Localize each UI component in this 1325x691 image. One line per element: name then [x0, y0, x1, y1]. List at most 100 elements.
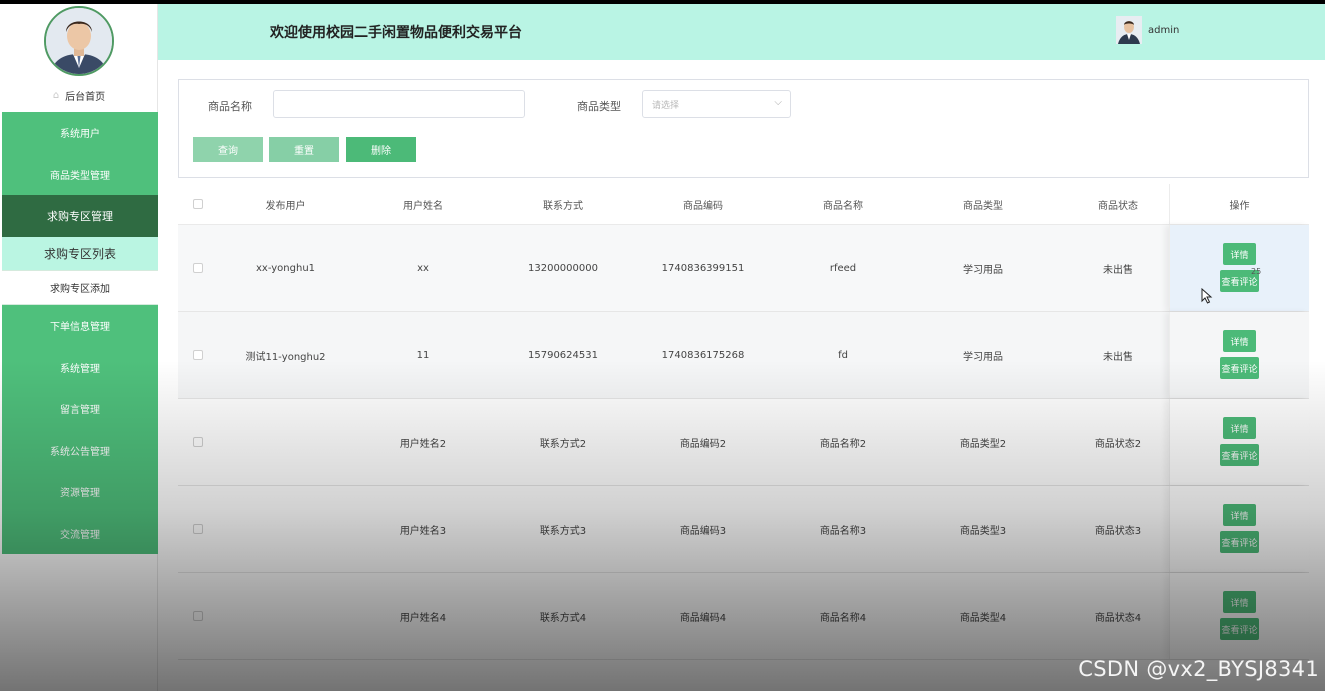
- column-header: 操作: [1169, 184, 1309, 224]
- table-cell: 商品编码3: [679, 525, 727, 537]
- watermark: CSDN @vx2_BYSJ8341: [1078, 657, 1319, 681]
- delete-button[interactable]: 删除: [346, 137, 416, 162]
- sidebar-item-3[interactable]: 求购专区列表: [2, 236, 158, 271]
- detail-button[interactable]: 详情: [1223, 417, 1256, 439]
- row-actions: 详情 查看评论: [1169, 312, 1309, 398]
- column-header: 商品类型: [963, 200, 1003, 212]
- row-checkbox[interactable]: [193, 611, 203, 621]
- table-cell: 商品状态3: [1094, 525, 1142, 537]
- table-row[interactable]: 用户姓名3 联系方式3 商品编码3 商品名称3 商品类型3 商品状态3 详情 查看评论: [178, 486, 1309, 573]
- row-actions: 详情 查看评论: [1169, 225, 1309, 311]
- table-cell: 13200000000: [528, 262, 598, 274]
- table-cell: [228, 486, 343, 572]
- select-all-checkbox[interactable]: [193, 199, 203, 209]
- table-row[interactable]: 用户姓名4 联系方式4 商品编码4 商品名称4 商品类型4 商品状态4 详情 查看评论: [178, 573, 1309, 660]
- detail-button[interactable]: 详情: [1223, 504, 1256, 526]
- view-comments-button[interactable]: 查看评论: [1220, 531, 1259, 553]
- query-button[interactable]: 查询: [193, 137, 263, 162]
- detail-button[interactable]: 详情: [1223, 330, 1256, 352]
- row-actions: 详情 查看评论: [1169, 486, 1309, 572]
- table-cell: 1740836399151: [661, 262, 745, 274]
- table-cell: 15790624531: [528, 349, 598, 361]
- table-cell: rfeed: [829, 262, 857, 274]
- view-comments-button[interactable]: 查看评论: [1220, 357, 1259, 379]
- row-checkbox-cell: [178, 225, 218, 311]
- user-info[interactable]: admin: [1116, 16, 1179, 44]
- top-header: 欢迎使用校园二手闲置物品便利交易平台 admin: [158, 4, 1325, 60]
- home-icon: ⌂: [52, 89, 60, 101]
- row-checkbox-cell: [178, 399, 218, 485]
- sidebar-item-7[interactable]: 留言管理: [2, 387, 158, 430]
- sidebar-item-8[interactable]: 系统公告管理: [2, 429, 158, 472]
- table-cell: 学习用品: [963, 351, 1003, 363]
- select-all-cell: [178, 184, 218, 224]
- sidebar-item-0[interactable]: 系统用户: [2, 112, 158, 154]
- sidebar-item-1[interactable]: 商品类型管理: [2, 153, 158, 196]
- table-cell: 商品名称4: [819, 612, 867, 624]
- table-cell: 学习用品: [963, 264, 1003, 276]
- home-label: 后台首页: [65, 91, 106, 103]
- sidebar-item-10[interactable]: 交流管理: [2, 512, 158, 555]
- reset-button[interactable]: 重置: [269, 137, 339, 162]
- table-cell: [228, 399, 343, 485]
- user-avatar[interactable]: [1116, 16, 1142, 44]
- table-cell: xx: [417, 262, 429, 274]
- chevron-down-icon: ⌵: [774, 97, 782, 108]
- column-header: 商品名称: [823, 200, 863, 212]
- column-header: 用户姓名: [403, 200, 443, 212]
- table-cell: [228, 573, 343, 659]
- column-header: 商品状态: [1098, 200, 1138, 212]
- stray-text: 25: [1251, 267, 1262, 276]
- home-link[interactable]: ⌂ 后台首页: [0, 84, 158, 106]
- table-row[interactable]: 用户姓名2 联系方式2 商品编码2 商品名称2 商品类型2 商品状态2 详情 查看评论: [178, 399, 1309, 486]
- row-checkbox[interactable]: [193, 524, 203, 534]
- mouse-cursor-icon: [1201, 288, 1213, 304]
- table-cell: 用户姓名2: [399, 438, 447, 450]
- view-comments-button[interactable]: 查看评论: [1220, 618, 1259, 640]
- table-cell: 联系方式3: [539, 525, 587, 537]
- row-checkbox[interactable]: [193, 263, 203, 273]
- product-type-placeholder: 请选择: [652, 100, 680, 111]
- product-name-label: 商品名称: [208, 100, 252, 113]
- sidebar-item-9[interactable]: 资源管理: [2, 471, 158, 513]
- detail-button[interactable]: 详情: [1223, 243, 1256, 265]
- sidebar-menu: 系统用户 商品类型管理 求购专区管理 求购专区列表 求购专区添加 下单信息管理 系统管理 留言…: [2, 112, 158, 555]
- table-cell: 测试11-yonghu2: [245, 351, 326, 363]
- search-panel: 商品名称 商品类型 请选择 ⌵ 查询 重置 删除: [178, 79, 1309, 178]
- table-row[interactable]: xx-yonghu1 xx 13200000000 1740836399151 rfee…: [178, 225, 1309, 312]
- product-type-select[interactable]: 请选择 ⌵: [642, 90, 791, 118]
- table-cell: xx-yonghu1: [255, 262, 316, 274]
- sidebar-item-2[interactable]: 求购专区管理: [2, 195, 158, 237]
- sidebar-item-4[interactable]: 求购专区添加: [2, 270, 158, 305]
- table-cell: fd: [838, 349, 848, 361]
- table-cell: 用户姓名3: [399, 525, 447, 537]
- column-header: 联系方式: [543, 200, 583, 212]
- table-cell: 用户姓名4: [399, 612, 447, 624]
- row-checkbox[interactable]: [193, 350, 203, 360]
- sidebar-item-5[interactable]: 下单信息管理: [2, 304, 158, 347]
- product-name-input[interactable]: [273, 90, 525, 118]
- sidebar: ⌂ 后台首页 系统用户 商品类型管理 求购专区管理 求购专区列表 求购专区添加 下单信息管…: [0, 4, 158, 691]
- table-cell: 商品编码2: [679, 438, 727, 450]
- row-checkbox[interactable]: [193, 437, 203, 447]
- table-header: 发布用户 用户姓名 联系方式 商品编码 商品名称 商品类型 商品状态 操作: [178, 184, 1309, 225]
- row-checkbox-cell: [178, 486, 218, 572]
- page-title: 欢迎使用校园二手闲置物品便利交易平台: [270, 25, 522, 41]
- profile-avatar: [44, 6, 114, 76]
- username[interactable]: admin: [1148, 25, 1179, 36]
- table-cell: 未出售: [1103, 264, 1133, 276]
- table-cell: 商品类型2: [959, 438, 1007, 450]
- table-cell: 商品名称2: [819, 438, 867, 450]
- sidebar-item-6[interactable]: 系统管理: [2, 346, 158, 388]
- table-cell: 商品状态4: [1094, 612, 1142, 624]
- row-actions: 详情 查看评论: [1169, 399, 1309, 485]
- table-row[interactable]: 测试11-yonghu2 11 15790624531 1740836175268 fd…: [178, 312, 1309, 399]
- view-comments-button[interactable]: 查看评论: [1220, 444, 1259, 466]
- table-cell: 商品类型3: [959, 525, 1007, 537]
- table-cell: 商品类型4: [959, 612, 1007, 624]
- app-window: 欢迎使用校园二手闲置物品便利交易平台 admin ⌂ 后台首页 系统用户 商品类…: [0, 4, 1325, 691]
- table-cell: 联系方式4: [539, 612, 587, 624]
- table-cell: 1740836175268: [661, 349, 745, 361]
- row-actions: 详情 查看评论: [1169, 573, 1309, 659]
- detail-button[interactable]: 详情: [1223, 591, 1256, 613]
